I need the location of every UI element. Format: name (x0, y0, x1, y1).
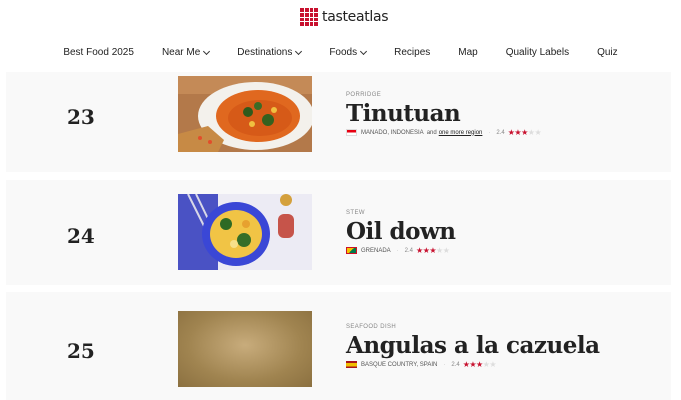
rating-stars: ★★★★★ (416, 246, 450, 255)
rating-score: 2.4 (496, 129, 505, 136)
rating-stars: ★★★★★ (462, 360, 497, 369)
logo-grid-icon (300, 8, 318, 26)
chevron-down-icon (295, 47, 303, 55)
rank-number: 23 (67, 105, 95, 129)
rank-number: 24 (67, 224, 95, 248)
dish-category: PORRIDGE (346, 92, 382, 98)
list-item[interactable]: 25 SEAFOOD DISH Angulas a la cazuela BAS… (6, 292, 671, 400)
list-item[interactable]: 23 PORRIDGE Tinutuan MANADO, INDONESIA a… (6, 72, 671, 172)
dish-name[interactable]: Tinutuan (346, 100, 541, 127)
dish-location: GRENADA (361, 247, 391, 254)
dish-info: STEW Oil down GRENADA · 2.4 ★★★★★ (346, 210, 456, 255)
chevron-down-icon (360, 47, 368, 55)
dish-image[interactable] (178, 76, 312, 152)
spain-flag-icon (346, 361, 357, 368)
dish-meta: GRENADA · 2.4 ★★★★★ (346, 246, 455, 255)
porridge-bowl-photo (178, 76, 312, 152)
dish-category: STEW (346, 210, 365, 216)
dish-location: MANADO, INDONESIA (361, 129, 424, 136)
list-item[interactable]: 24 STEW Oil down GRENADA · 2.4 ★★★★★ (6, 180, 671, 285)
tasteatlas-logo[interactable]: tasteatlas (300, 7, 389, 27)
rating-score: 2.4 (451, 361, 460, 368)
nav-near-me[interactable]: Near Me (148, 47, 223, 58)
indonesia-flag-icon (346, 129, 357, 136)
stew-plate-photo (178, 194, 312, 270)
main-nav: Best Food 2025 Near Me Destinations Food… (0, 47, 681, 58)
nav-destinations[interactable]: Destinations (223, 47, 315, 58)
dish-image[interactable] (178, 311, 312, 387)
dish-info: PORRIDGE Tinutuan MANADO, INDONESIA and … (346, 92, 542, 137)
dish-location: BASQUE COUNTRY, SPAIN (361, 361, 438, 368)
nav-foods[interactable]: Foods (315, 47, 380, 58)
dish-category: SEAFOOD DISH (346, 324, 397, 330)
nav-quiz[interactable]: Quiz (583, 47, 632, 58)
dish-meta: BASQUE COUNTRY, SPAIN · 2.4 ★★★★★ (346, 360, 600, 369)
nav-recipes[interactable]: Recipes (380, 47, 444, 58)
dish-meta: MANADO, INDONESIA and one more region · … (346, 128, 542, 137)
chevron-down-icon (203, 47, 211, 55)
logo-text: tasteatlas (322, 9, 389, 25)
image-placeholder (178, 311, 312, 387)
nav-quality-labels[interactable]: Quality Labels (492, 47, 583, 58)
more-regions-link[interactable]: one more region (439, 130, 483, 136)
dish-name[interactable]: Angulas a la cazuela (346, 332, 600, 359)
rating-score: 2.4 (404, 247, 414, 254)
nav-best-food[interactable]: Best Food 2025 (49, 47, 148, 58)
dish-image[interactable] (178, 194, 312, 270)
rating-stars: ★★★★★ (507, 128, 542, 137)
dish-name[interactable]: Oil down (346, 218, 456, 245)
dish-info: SEAFOOD DISH Angulas a la cazuela BASQUE… (346, 324, 600, 369)
grenada-flag-icon (346, 247, 357, 254)
rank-number: 25 (67, 339, 95, 363)
nav-map[interactable]: Map (444, 47, 491, 58)
site-header: tasteatlas Best Food 2025 Near Me Destin… (0, 0, 681, 72)
